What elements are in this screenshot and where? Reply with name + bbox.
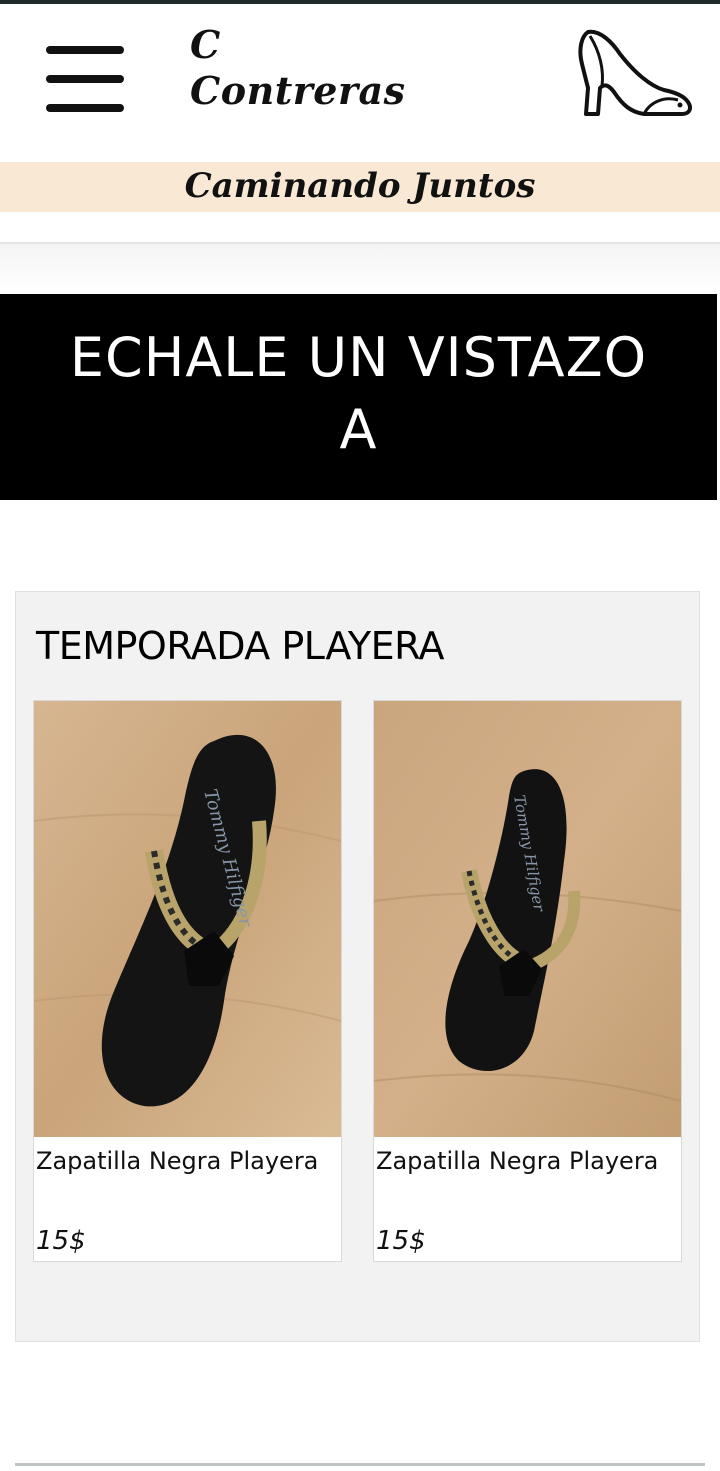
menu-bar	[46, 46, 124, 54]
bottom-divider	[15, 1463, 705, 1466]
site-brand[interactable]: C Contreras	[190, 22, 490, 114]
brand-line-2: Contreras	[190, 68, 406, 113]
product-photo[interactable]: Tommy Hilfiger	[374, 701, 681, 1137]
section-title: TEMPORADA PLAYERA	[36, 624, 444, 668]
product-card[interactable]: Tommy Hilfiger Zapatilla Negra Playera 1…	[33, 700, 342, 1262]
high-heel-shoe-icon[interactable]	[574, 22, 694, 122]
banner-line-2: A	[339, 398, 378, 461]
hamburger-menu-icon[interactable]	[46, 46, 124, 114]
brand-line-1: C	[190, 22, 221, 67]
product-price: 15$	[36, 1226, 86, 1256]
hero-banner: ECHALE UN VISTAZO A	[0, 294, 717, 500]
product-name[interactable]: Zapatilla Negra Playera	[376, 1145, 676, 1178]
product-price: 15$	[376, 1226, 426, 1256]
product-section: TEMPORADA PLAYERA Tommy Hilfiger Zapatil…	[15, 591, 700, 1342]
banner-line-1: ECHALE UN VISTAZO	[69, 326, 648, 389]
product-photo[interactable]: Tommy Hilfiger	[34, 701, 341, 1137]
product-card[interactable]: Tommy Hilfiger Zapatilla Negra Playera 1…	[373, 700, 682, 1262]
menu-bar	[46, 75, 124, 83]
header-shadow	[0, 244, 720, 294]
site-header: C Contreras	[0, 4, 720, 162]
product-name[interactable]: Zapatilla Negra Playera	[36, 1145, 336, 1178]
menu-bar	[46, 104, 124, 112]
tagline-band: Caminando Juntos	[0, 162, 720, 212]
